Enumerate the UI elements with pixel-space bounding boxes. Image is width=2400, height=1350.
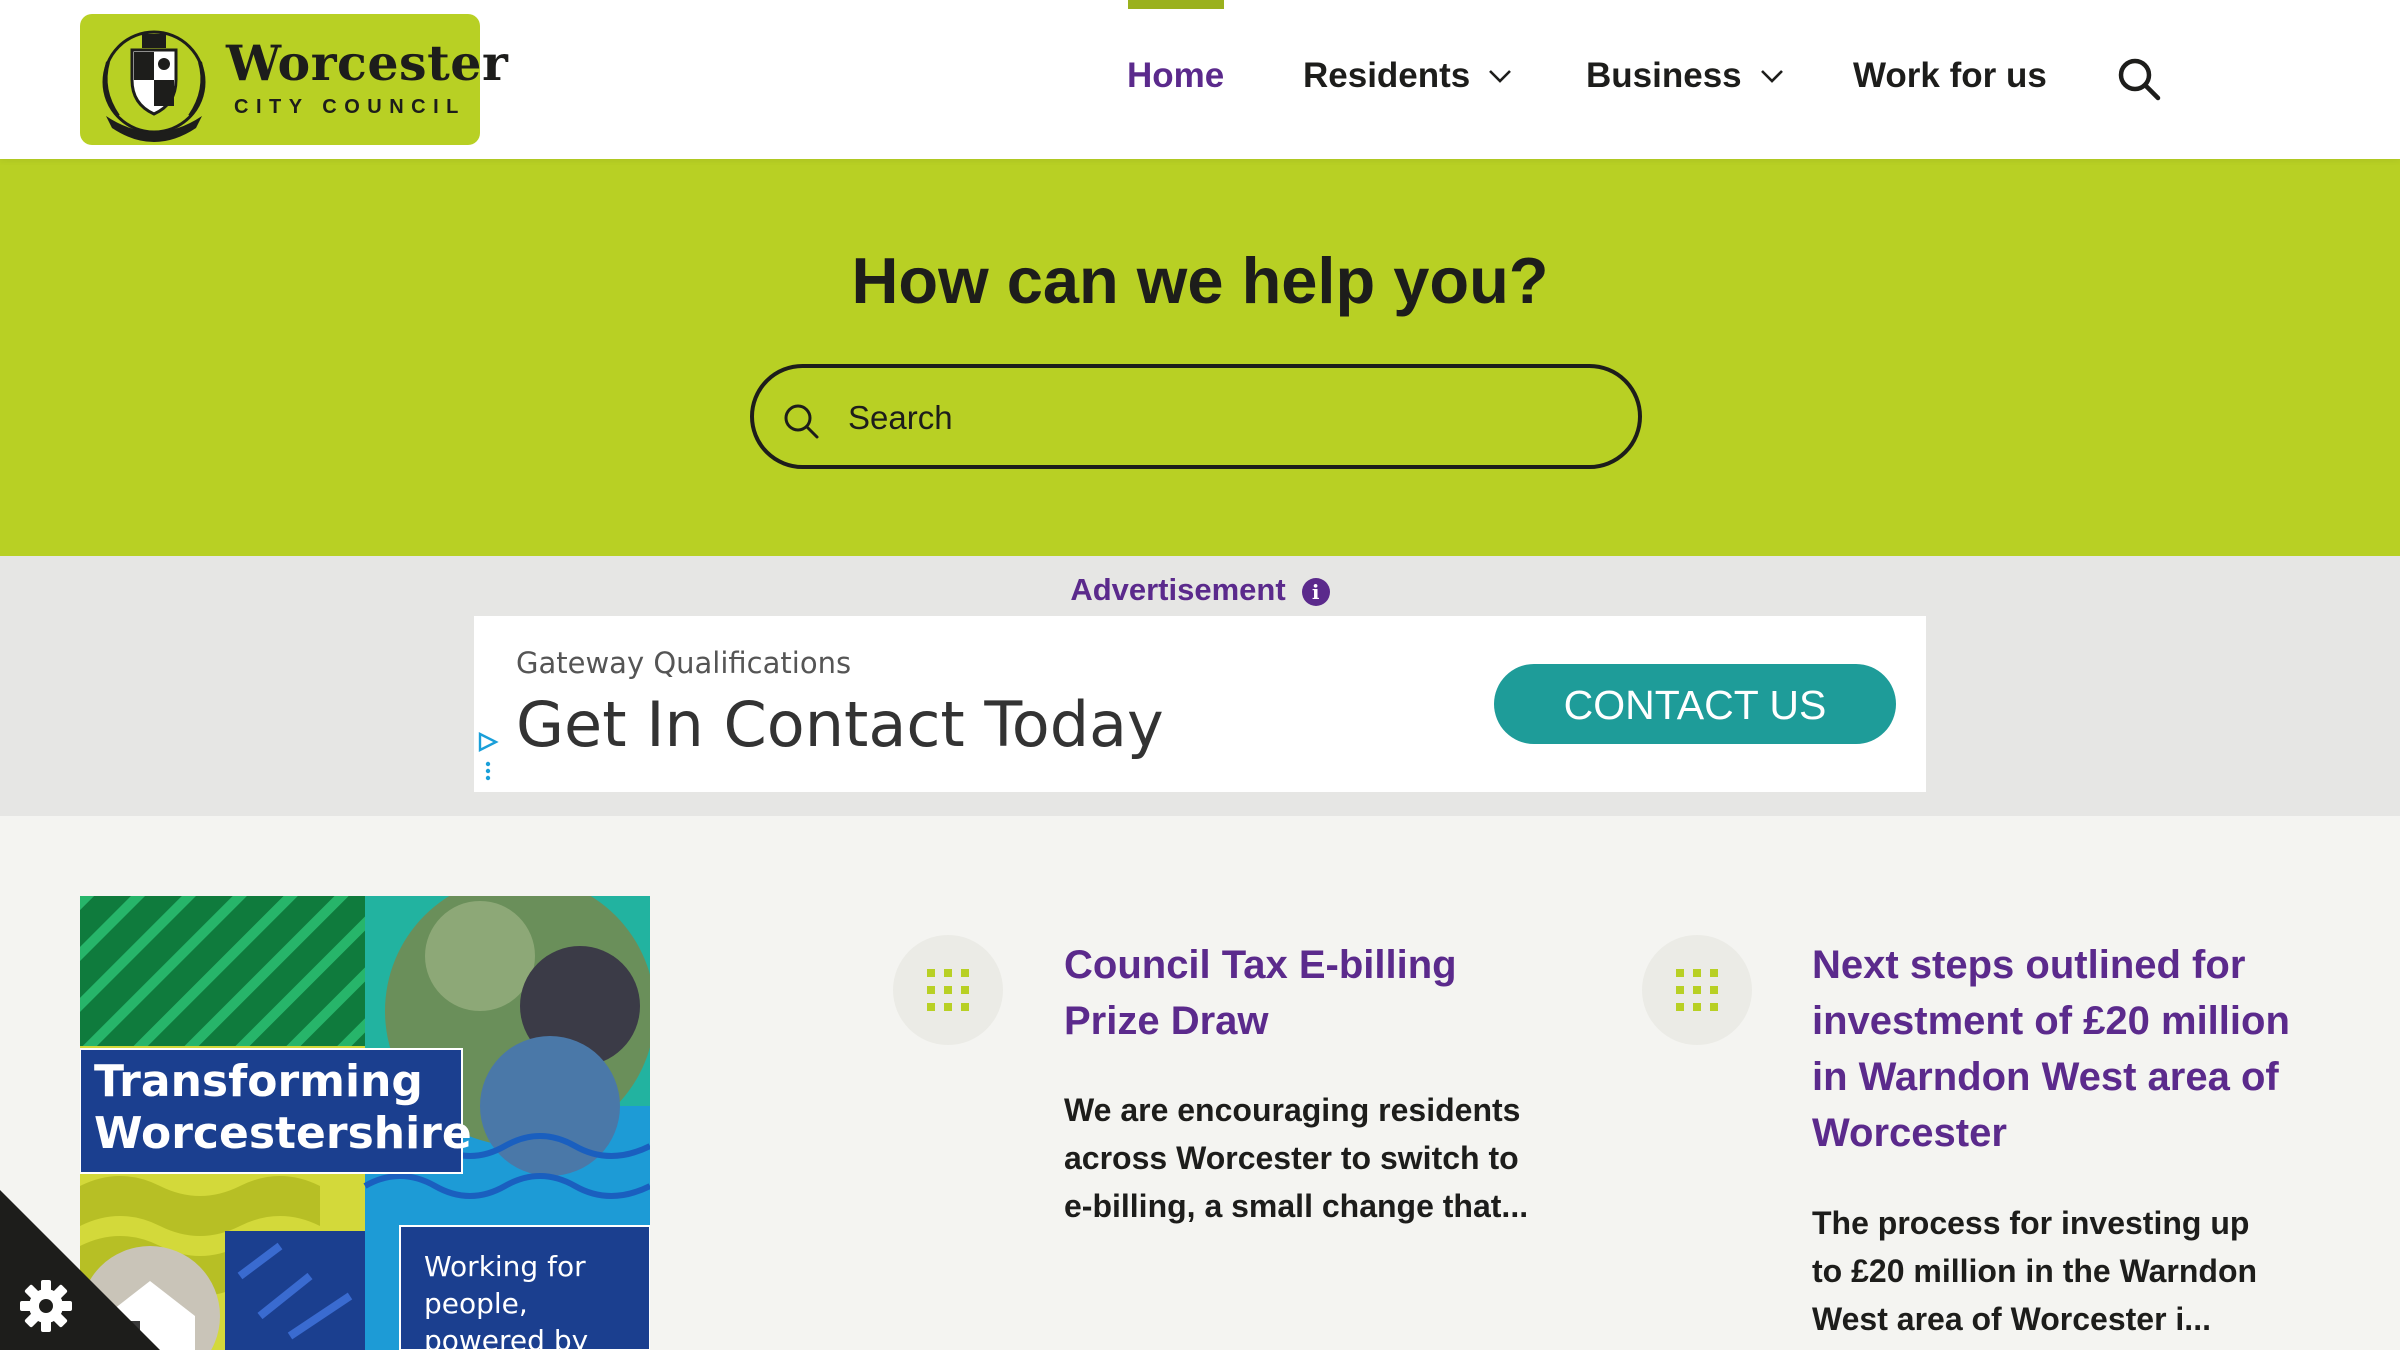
cookie-settings-icon[interactable]	[0, 1190, 160, 1350]
adchoices-icon[interactable]	[476, 730, 500, 790]
feature-caption: Working for people, powered by place and	[424, 1250, 589, 1350]
nav-item-work-for-us[interactable]: Work for us	[1853, 56, 2047, 96]
news-grid-icon	[1642, 935, 1752, 1045]
advert-box[interactable]: Gateway Qualifications Get In Contact To…	[474, 616, 1926, 792]
news-item-summary: We are encouraging residents across Worc…	[1064, 1092, 1529, 1224]
feature-title-line2: Worcestershire	[94, 1108, 472, 1159]
council-logo[interactable]: Worcester CITY COUNCIL	[80, 14, 508, 145]
site-header: Worcester CITY COUNCIL Home Residents Bu…	[0, 0, 2400, 159]
news-item-title[interactable]: Next steps outlined for investment of £2…	[1812, 937, 2312, 1161]
nav-item-residents[interactable]: Residents	[1303, 56, 1512, 96]
advert-headline[interactable]: Get In Contact Today	[516, 688, 1164, 761]
news-item-title[interactable]: Council Tax E-billing Prize Draw	[1064, 937, 1534, 1049]
nav-item-label: Home	[1127, 56, 1225, 95]
nav-item-home[interactable]: Home	[1127, 56, 1224, 96]
logo-subtitle: CITY COUNCIL	[234, 96, 466, 118]
contact-us-button[interactable]: CONTACT US	[1494, 664, 1896, 744]
hero-title: How can we help you?	[851, 244, 1549, 317]
advert-advertiser: Gateway Qualifications	[516, 646, 852, 680]
council-crest-icon	[102, 30, 206, 142]
chevron-down-icon	[1760, 70, 1783, 83]
hero-search-box[interactable]	[750, 364, 1642, 469]
news-item-summary: The process for investing up to £20 mill…	[1812, 1205, 2258, 1337]
advert-label-text: Advertisement	[1070, 572, 1286, 607]
feature-title-line1: Transforming	[94, 1056, 423, 1107]
nav-item-label: Residents	[1303, 56, 1471, 95]
nav-item-label: Work for us	[1853, 56, 2047, 95]
news-grid-icon	[893, 935, 1003, 1045]
active-nav-indicator	[1128, 0, 1224, 9]
hero-section: How can we help you?	[0, 159, 2400, 556]
advert-band: Advertisement i Gateway Qualifications Ge…	[0, 556, 2400, 816]
nav-item-label: Business	[1586, 56, 1742, 95]
advert-label: Advertisement i	[0, 572, 2400, 608]
chevron-down-icon	[1489, 70, 1512, 83]
feature-image-transforming-worcestershire[interactable]: Transforming Worcestershire Working for …	[80, 896, 650, 1350]
logo-wordmark: Worcester	[226, 34, 509, 92]
search-icon[interactable]	[2116, 56, 2162, 102]
hero-search-input[interactable]	[846, 392, 1610, 444]
nav-item-business[interactable]: Business	[1586, 56, 1784, 96]
info-icon[interactable]: i	[1301, 577, 1330, 606]
search-icon	[784, 404, 819, 439]
